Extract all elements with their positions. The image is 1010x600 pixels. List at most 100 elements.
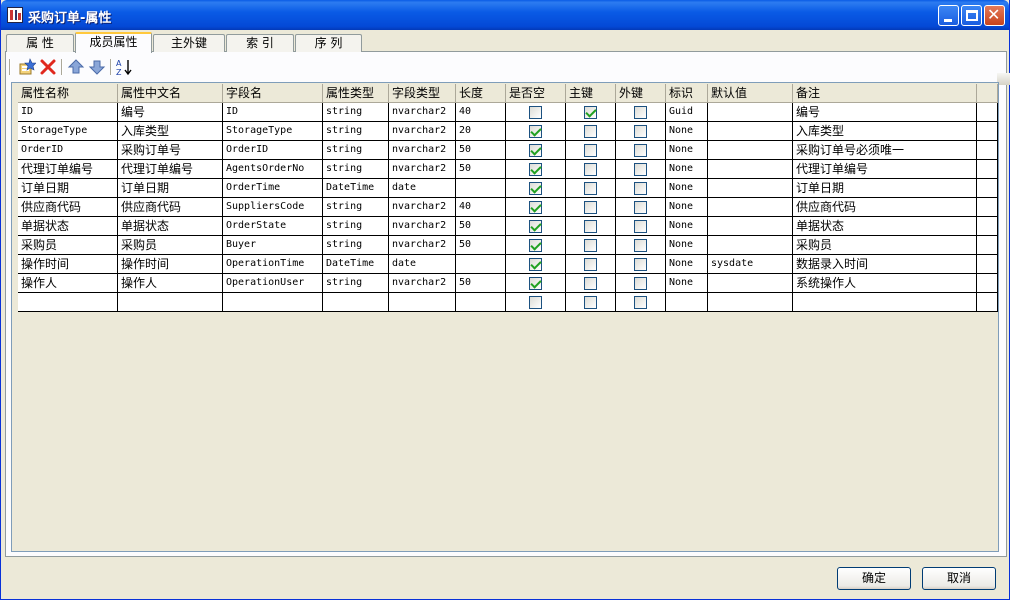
cell-cn[interactable]: 操作人 bbox=[118, 274, 223, 293]
ok-button[interactable]: 确定 bbox=[837, 567, 911, 590]
cell-def[interactable] bbox=[708, 122, 793, 141]
column-header[interactable]: 备注 bbox=[793, 84, 977, 102]
cell-ftype[interactable]: date bbox=[389, 179, 456, 198]
nullable-checkbox[interactable] bbox=[529, 220, 542, 233]
cell-name[interactable]: ID bbox=[18, 103, 118, 122]
fk-checkbox[interactable] bbox=[634, 125, 647, 138]
add-properties-icon[interactable] bbox=[18, 58, 36, 76]
cell-ptype[interactable]: string bbox=[323, 122, 389, 141]
nullable-checkbox[interactable] bbox=[529, 277, 542, 290]
fk-checkbox[interactable] bbox=[634, 182, 647, 195]
cell-remark[interactable]: 系统操作人 bbox=[793, 274, 977, 293]
cell-nullable[interactable] bbox=[506, 160, 566, 179]
pk-checkbox[interactable] bbox=[584, 277, 597, 290]
maximize-button[interactable] bbox=[961, 5, 982, 26]
table-row[interactable]: OrderID 采购订单号 OrderID string nvarchar2 50 None… bbox=[18, 141, 998, 160]
cell-nullable[interactable] bbox=[506, 255, 566, 274]
cell-len[interactable] bbox=[456, 255, 506, 274]
cell-len[interactable]: 50 bbox=[456, 274, 506, 293]
cell-def[interactable] bbox=[708, 217, 793, 236]
cell-len[interactable] bbox=[456, 179, 506, 198]
cell-name[interactable]: 供应商代码 bbox=[18, 198, 118, 217]
cell-field[interactable]: OperationTime bbox=[223, 255, 323, 274]
cell-fk[interactable] bbox=[616, 122, 666, 141]
nullable-checkbox[interactable] bbox=[529, 201, 542, 214]
cell-pk[interactable] bbox=[566, 122, 616, 141]
column-header[interactable]: 属性类型 bbox=[323, 84, 389, 102]
cell-nullable[interactable] bbox=[506, 236, 566, 255]
cell-field[interactable]: SuppliersCode bbox=[223, 198, 323, 217]
cell-ident[interactable]: None bbox=[666, 236, 708, 255]
cell-ident[interactable]: None bbox=[666, 122, 708, 141]
cell-ident[interactable]: Guid bbox=[666, 103, 708, 122]
cell-ptype[interactable]: string bbox=[323, 160, 389, 179]
cell-pk[interactable] bbox=[566, 274, 616, 293]
cell-ftype[interactable]: nvarchar2 bbox=[389, 274, 456, 293]
fk-checkbox[interactable] bbox=[634, 296, 647, 309]
table-row[interactable]: 单据状态 单据状态 OrderState string nvarchar2 50 None 单… bbox=[18, 217, 998, 236]
cell-field[interactable]: OrderTime bbox=[223, 179, 323, 198]
cell-nullable[interactable] bbox=[506, 274, 566, 293]
cell-remark[interactable]: 入库类型 bbox=[793, 122, 977, 141]
cell-nullable[interactable] bbox=[506, 141, 566, 160]
cell-ident[interactable]: None bbox=[666, 141, 708, 160]
fk-checkbox[interactable] bbox=[634, 144, 647, 157]
cell-remark[interactable]: 编号 bbox=[793, 103, 977, 122]
cell-ftype[interactable]: nvarchar2 bbox=[389, 217, 456, 236]
cell-fk[interactable] bbox=[616, 103, 666, 122]
cell-fk[interactable] bbox=[616, 236, 666, 255]
column-header[interactable]: 外键 bbox=[616, 84, 666, 102]
cell-pk[interactable] bbox=[566, 293, 616, 312]
column-header[interactable]: 默认值 bbox=[708, 84, 793, 102]
cell-pk[interactable] bbox=[566, 255, 616, 274]
cell-cn[interactable] bbox=[118, 293, 223, 312]
table-row[interactable]: 采购员 采购员 Buyer string nvarchar2 50 None 采购员 bbox=[18, 236, 998, 255]
cell-len[interactable]: 20 bbox=[456, 122, 506, 141]
delete-icon[interactable] bbox=[39, 58, 57, 76]
table-row[interactable]: 操作时间 操作时间 OperationTime DateTime date None sys… bbox=[18, 255, 998, 274]
cell-ident[interactable]: None bbox=[666, 160, 708, 179]
cell-fk[interactable] bbox=[616, 179, 666, 198]
tab-member-properties[interactable]: 成员属性 bbox=[75, 32, 152, 53]
cell-cn[interactable]: 采购员 bbox=[118, 236, 223, 255]
cell-nullable[interactable] bbox=[506, 103, 566, 122]
cell-pk[interactable] bbox=[566, 217, 616, 236]
cell-len[interactable] bbox=[456, 293, 506, 312]
close-button[interactable]: ✕ bbox=[984, 5, 1005, 26]
cell-ident[interactable]: None bbox=[666, 255, 708, 274]
column-header[interactable]: 字段名 bbox=[223, 84, 323, 102]
nullable-checkbox[interactable] bbox=[529, 239, 542, 252]
tab-properties[interactable]: 属 性 bbox=[6, 34, 74, 52]
cell-name[interactable]: 采购员 bbox=[18, 236, 118, 255]
cell-fk[interactable] bbox=[616, 293, 666, 312]
cell-pk[interactable] bbox=[566, 179, 616, 198]
cell-fk[interactable] bbox=[616, 160, 666, 179]
cell-nullable[interactable] bbox=[506, 122, 566, 141]
cell-field[interactable] bbox=[223, 293, 323, 312]
pk-checkbox[interactable] bbox=[584, 201, 597, 214]
cell-cn[interactable]: 操作时间 bbox=[118, 255, 223, 274]
fk-checkbox[interactable] bbox=[634, 239, 647, 252]
cell-cn[interactable]: 单据状态 bbox=[118, 217, 223, 236]
cell-cn[interactable]: 采购订单号 bbox=[118, 141, 223, 160]
column-header[interactable]: 长度 bbox=[456, 84, 506, 102]
column-header[interactable]: 字段类型 bbox=[389, 84, 456, 102]
nullable-checkbox[interactable] bbox=[529, 163, 542, 176]
cell-remark[interactable]: 单据状态 bbox=[793, 217, 977, 236]
cell-ftype[interactable]: nvarchar2 bbox=[389, 103, 456, 122]
nullable-checkbox[interactable] bbox=[529, 182, 542, 195]
cell-cn[interactable]: 代理订单编号 bbox=[118, 160, 223, 179]
cell-name[interactable]: OrderID bbox=[18, 141, 118, 160]
cell-name[interactable]: 操作人 bbox=[18, 274, 118, 293]
pk-checkbox[interactable] bbox=[584, 296, 597, 309]
column-header[interactable]: 是否空 bbox=[506, 84, 566, 102]
minimize-button[interactable] bbox=[938, 5, 959, 26]
cell-nullable[interactable] bbox=[506, 198, 566, 217]
pk-checkbox[interactable] bbox=[584, 125, 597, 138]
cell-fk[interactable] bbox=[616, 217, 666, 236]
table-row[interactable]: 代理订单编号 代理订单编号 AgentsOrderNo string nvarchar2… bbox=[18, 160, 998, 179]
cell-def[interactable] bbox=[708, 274, 793, 293]
cell-nullable[interactable] bbox=[506, 217, 566, 236]
cell-ptype[interactable]: string bbox=[323, 198, 389, 217]
cell-cn[interactable]: 订单日期 bbox=[118, 179, 223, 198]
